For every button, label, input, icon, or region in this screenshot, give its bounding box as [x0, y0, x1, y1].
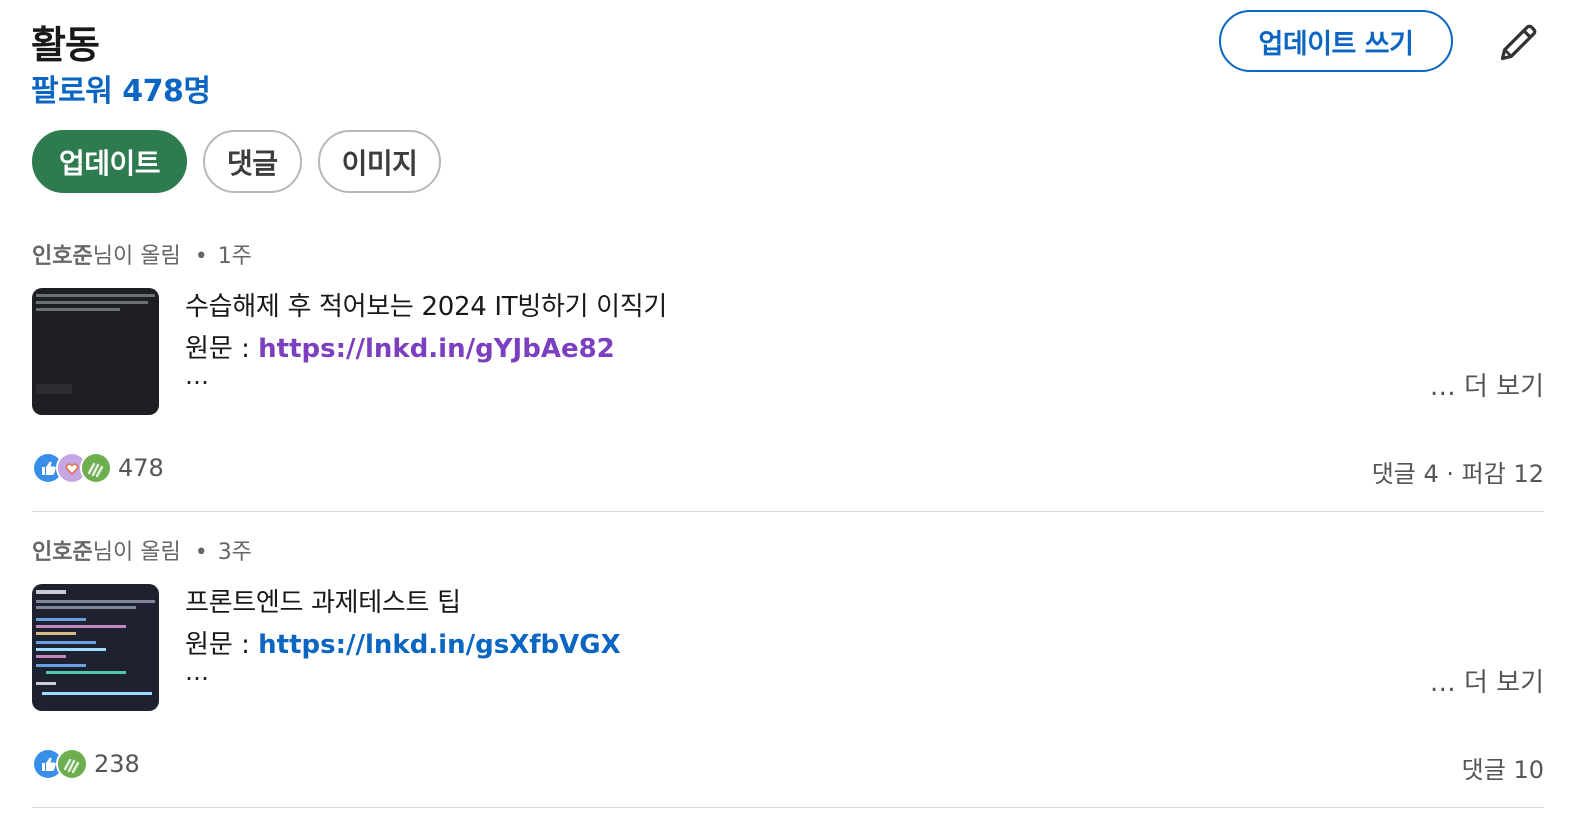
divider	[32, 807, 1544, 808]
post-source: 원문 : https://lnkd.in/gYJbAe82	[185, 328, 615, 365]
followers-count[interactable]: 팔로워 478명	[31, 66, 211, 110]
post-stats[interactable]: 댓글 4 · 퍼감 12	[1372, 454, 1544, 489]
post-meta: 인호준님이 올림 • 1주	[32, 238, 252, 270]
meta-separator: •	[194, 540, 208, 565]
filter-images[interactable]: 이미지	[317, 130, 442, 193]
post-item: 인호준님이 올림 • 3주 프론트엔드 과제테스트 팁 원문 : https://l…	[32, 534, 1544, 794]
post-source: 원문 : https://lnkd.in/gsXfbVGX	[185, 624, 621, 661]
meta-separator: •	[194, 244, 208, 269]
reaction-count: 238	[94, 750, 140, 778]
celebrate-icon	[56, 748, 88, 780]
reactions-summary[interactable]: 238	[32, 748, 140, 780]
divider	[32, 511, 1544, 512]
post-thumbnail[interactable]	[32, 288, 159, 415]
post-item: 인호준님이 올림 • 1주 수습해제 후 적어보는 2024 IT빙하기 이직기 원…	[32, 238, 1544, 498]
source-link[interactable]: https://lnkd.in/gsXfbVGX	[258, 630, 621, 660]
source-label: 원문 :	[185, 334, 259, 364]
celebrate-icon	[80, 452, 112, 484]
post-stats[interactable]: 댓글 10	[1462, 750, 1544, 785]
post-action: 님이 올림	[92, 244, 181, 269]
reaction-count: 478	[118, 454, 164, 482]
post-time: 1주	[217, 244, 252, 269]
pencil-icon	[1500, 24, 1537, 61]
post-time: 3주	[217, 540, 252, 565]
post-author[interactable]: 인호준	[32, 540, 93, 565]
page-title: 활동	[31, 23, 100, 67]
post-title[interactable]: 수습해제 후 적어보는 2024 IT빙하기 이직기	[185, 286, 667, 323]
filter-updates[interactable]: 업데이트	[32, 130, 188, 193]
see-more-link[interactable]: … 더 보기	[1430, 366, 1544, 403]
post-action: 님이 올림	[92, 540, 181, 565]
see-more-link[interactable]: … 더 보기	[1430, 662, 1544, 699]
post-ellipsis: …	[185, 362, 209, 390]
filter-comments[interactable]: 댓글	[203, 130, 302, 193]
write-update-button[interactable]: 업데이트 쓰기	[1219, 10, 1453, 72]
source-link[interactable]: https://lnkd.in/gYJbAe82	[258, 334, 615, 364]
post-meta: 인호준님이 올림 • 3주	[32, 534, 252, 566]
filter-pills: 업데이트 댓글 이미지	[32, 130, 442, 193]
post-author[interactable]: 인호준	[32, 244, 93, 269]
post-ellipsis: …	[185, 658, 209, 686]
reactions-summary[interactable]: 478	[32, 452, 164, 484]
post-title[interactable]: 프론트엔드 과제테스트 팁	[185, 582, 461, 619]
post-thumbnail[interactable]	[32, 584, 159, 711]
edit-button[interactable]	[1495, 18, 1543, 66]
source-label: 원문 :	[185, 630, 259, 660]
